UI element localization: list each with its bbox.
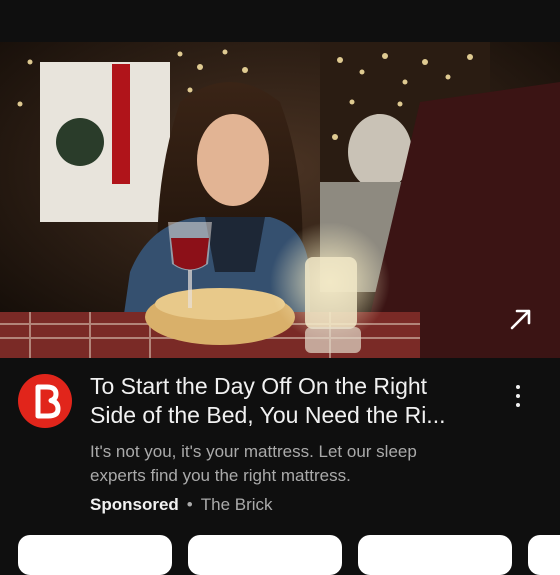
arrow-up-right-icon[interactable] <box>506 304 536 334</box>
the-brick-logo <box>35 384 61 419</box>
more-vert-icon[interactable] <box>503 376 533 416</box>
ad-description-line-1: It's not you, it's your mattress. Let ou… <box>90 442 417 461</box>
kebab-dot <box>516 403 520 407</box>
ad-details: To Start the Day Off On the Right Side o… <box>0 358 560 528</box>
top-bar <box>0 0 560 42</box>
advertiser-avatar[interactable] <box>18 374 72 428</box>
ad-title[interactable]: To Start the Day Off On the Right Side o… <box>90 372 490 430</box>
ad-description-line-2: experts find you the right mattress. <box>90 466 351 485</box>
action-card[interactable] <box>358 535 512 575</box>
action-card[interactable] <box>528 535 560 575</box>
action-card[interactable] <box>188 535 342 575</box>
ad-video-thumbnail[interactable] <box>0 42 560 358</box>
ad-title-line-1: To Start the Day Off On the Right <box>90 373 428 399</box>
ad-title-line-2: Side of the Bed, You Need the Ri... <box>90 402 446 428</box>
advertiser-name[interactable]: The Brick <box>201 495 273 514</box>
action-card[interactable] <box>18 535 172 575</box>
ad-description: It's not you, it's your mattress. Let ou… <box>90 440 510 488</box>
kebab-dot <box>516 394 520 398</box>
restaurant-scene-image <box>0 42 560 358</box>
separator-dot: • <box>186 495 193 514</box>
kebab-dot <box>516 385 520 389</box>
sponsored-label: Sponsored <box>90 495 179 514</box>
ad-byline: Sponsored • The Brick <box>90 494 273 516</box>
